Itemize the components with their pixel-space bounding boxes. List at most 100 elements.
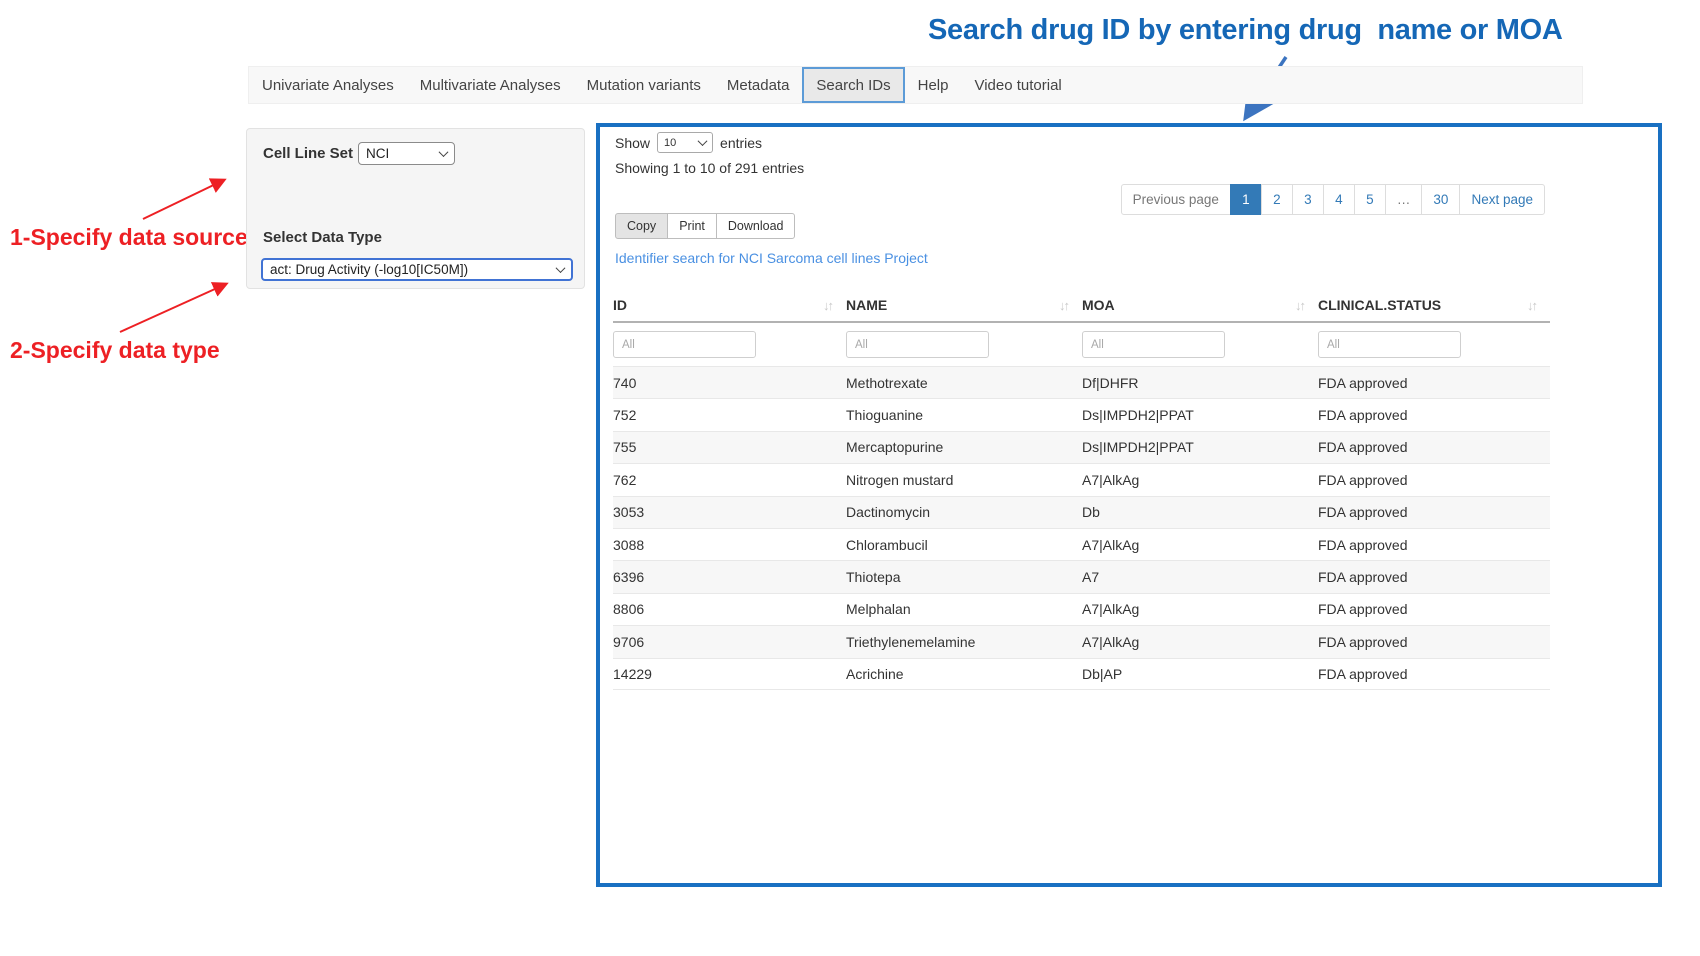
tab-video-tutorial[interactable]: Video tutorial (961, 67, 1074, 103)
tab-multivariate-analyses[interactable]: Multivariate Analyses (407, 67, 574, 103)
cell-name: Methotrexate (846, 375, 1082, 391)
column-header-id[interactable]: ID↓↑ (613, 289, 846, 321)
cell-name: Nitrogen mustard (846, 472, 1082, 488)
filter-input-clinical-status[interactable] (1318, 331, 1461, 358)
cell-moa: A7|AlkAg (1082, 537, 1318, 553)
column-header-name[interactable]: NAME ↓↑ (846, 289, 1082, 321)
tab-help[interactable]: Help (905, 67, 962, 103)
cell-moa: Ds|IMPDH2|PPAT (1082, 439, 1318, 455)
chevron-down-icon (698, 136, 708, 146)
filter-input-moa[interactable] (1082, 331, 1225, 358)
column-label: MOA (1082, 297, 1115, 313)
cell-name: Melphalan (846, 601, 1082, 617)
cell-moa: A7|AlkAg (1082, 601, 1318, 617)
filter-cell (1082, 331, 1318, 358)
page-30-button[interactable]: 30 (1421, 184, 1460, 215)
cell-name: Chlorambucil (846, 537, 1082, 553)
cell-moa: Ds|IMPDH2|PPAT (1082, 407, 1318, 423)
filter-input-name[interactable] (846, 331, 989, 358)
cell-name: Dactinomycin (846, 504, 1082, 520)
filter-input-id[interactable] (613, 331, 756, 358)
cell-line-set-select[interactable]: NCI (358, 142, 455, 165)
results-table: ID↓↑NAME↓↑MOA↓↑CLINICAL.STATUS↓↑ 740Meth… (613, 289, 1550, 690)
filter-cell (613, 331, 846, 358)
page-ellipsis[interactable]: … (1385, 184, 1423, 215)
cell-name: Triethylenemelamine (846, 634, 1082, 650)
table-row[interactable]: 8806MelphalanA7|AlkAgFDA approved (613, 593, 1550, 625)
pagination: Previous page12345…30Next page (1121, 184, 1545, 215)
table-row[interactable]: 762Nitrogen mustardA7|AlkAgFDA approved (613, 463, 1550, 495)
cell-name: Thiotepa (846, 569, 1082, 585)
table-row[interactable]: 3053DactinomycinDbFDA approved (613, 496, 1550, 528)
table-row[interactable]: 3088ChlorambucilA7|AlkAgFDA approved (613, 528, 1550, 560)
cell-id: 14229 (613, 666, 846, 682)
chevron-down-icon (439, 147, 449, 157)
table-header-row: ID↓↑NAME↓↑MOA↓↑CLINICAL.STATUS↓↑ (613, 289, 1550, 323)
identifier-search-link[interactable]: Identifier search for NCI Sarcoma cell l… (615, 250, 928, 266)
sort-icon: ↓↑ (1527, 298, 1536, 313)
cell-moa: A7 (1082, 569, 1318, 585)
results-panel: Show 10 entries Showing 1 to 10 of 291 e… (596, 123, 1662, 887)
cell-moa: A7|AlkAg (1082, 634, 1318, 650)
page-5-button[interactable]: 5 (1354, 184, 1386, 215)
show-label: Show (615, 135, 650, 151)
data-type-label: Select Data Type (263, 229, 382, 246)
cell-moa: A7|AlkAg (1082, 472, 1318, 488)
cell-line-set-row: Cell Line Set NCI (263, 142, 455, 165)
table-row[interactable]: 14229AcrichineDb|APFDA approved (613, 658, 1550, 690)
page-length-select[interactable]: 10 (657, 132, 713, 153)
filter-cell (1318, 331, 1550, 358)
sidebar-panel: Cell Line Set NCI Select Data Type act: … (246, 128, 585, 289)
sort-icon: ↓↑ (1059, 298, 1068, 313)
column-header-clinical-status[interactable]: CLINICAL.STATUS ↓↑ (1318, 289, 1550, 321)
cell-moa: Df|DHFR (1082, 375, 1318, 391)
previous-page-button[interactable]: Previous page (1121, 184, 1231, 215)
cell-id: 755 (613, 439, 846, 455)
tab-univariate-analyses[interactable]: Univariate Analyses (249, 67, 407, 103)
cell-id: 3088 (613, 537, 846, 553)
tab-search-ids[interactable]: Search IDs (802, 67, 904, 103)
column-label: CLINICAL.STATUS (1318, 297, 1441, 313)
table-body: 740MethotrexateDf|DHFRFDA approved752Thi… (613, 366, 1550, 690)
cell-clinical-status: FDA approved (1318, 504, 1550, 520)
cell-line-set-label: Cell Line Set (263, 145, 353, 162)
cell-id: 762 (613, 472, 846, 488)
tab-metadata[interactable]: Metadata (714, 67, 803, 103)
data-type-select[interactable]: act: Drug Activity (-log10[IC50M]) (261, 258, 573, 281)
page-length-value: 10 (664, 137, 676, 149)
next-page-button[interactable]: Next page (1459, 184, 1545, 215)
sort-icon: ↓↑ (823, 298, 832, 313)
print-button[interactable]: Print (667, 213, 717, 239)
table-row[interactable]: 752ThioguanineDs|IMPDH2|PPATFDA approved (613, 398, 1550, 430)
cell-clinical-status: FDA approved (1318, 407, 1550, 423)
cell-moa: Db (1082, 504, 1318, 520)
cell-id: 752 (613, 407, 846, 423)
cell-clinical-status: FDA approved (1318, 634, 1550, 650)
cell-clinical-status: FDA approved (1318, 472, 1550, 488)
table-row[interactable]: 6396ThiotepaA7FDA approved (613, 560, 1550, 592)
cell-clinical-status: FDA approved (1318, 666, 1550, 682)
annotation-step1: 1-Specify data source (10, 224, 248, 251)
annotation-step2: 2-Specify data type (10, 337, 220, 364)
cell-clinical-status: FDA approved (1318, 375, 1550, 391)
page: Search drug ID by entering drug name or … (0, 0, 1700, 956)
page-4-button[interactable]: 4 (1323, 184, 1355, 215)
cell-line-set-value: NCI (366, 146, 389, 161)
download-button[interactable]: Download (716, 213, 796, 239)
tab-mutation-variants[interactable]: Mutation variants (574, 67, 714, 103)
column-header-moa[interactable]: MOA↓↑ (1082, 289, 1318, 321)
cell-clinical-status: FDA approved (1318, 537, 1550, 553)
table-row[interactable]: 9706TriethylenemelamineA7|AlkAgFDA appro… (613, 625, 1550, 657)
table-row[interactable]: 740MethotrexateDf|DHFRFDA approved (613, 366, 1550, 398)
page-2-button[interactable]: 2 (1261, 184, 1293, 215)
cell-moa: Db|AP (1082, 666, 1318, 682)
red-arrow-data-type (120, 284, 226, 332)
table-row[interactable]: 755MercaptopurineDs|IMPDH2|PPATFDA appro… (613, 431, 1550, 463)
page-1-button[interactable]: 1 (1230, 184, 1262, 215)
page-3-button[interactable]: 3 (1292, 184, 1324, 215)
cell-id: 6396 (613, 569, 846, 585)
filter-cell (846, 331, 1082, 358)
cell-clinical-status: FDA approved (1318, 601, 1550, 617)
copy-button[interactable]: Copy (615, 213, 668, 239)
column-label: NAME (846, 297, 887, 313)
